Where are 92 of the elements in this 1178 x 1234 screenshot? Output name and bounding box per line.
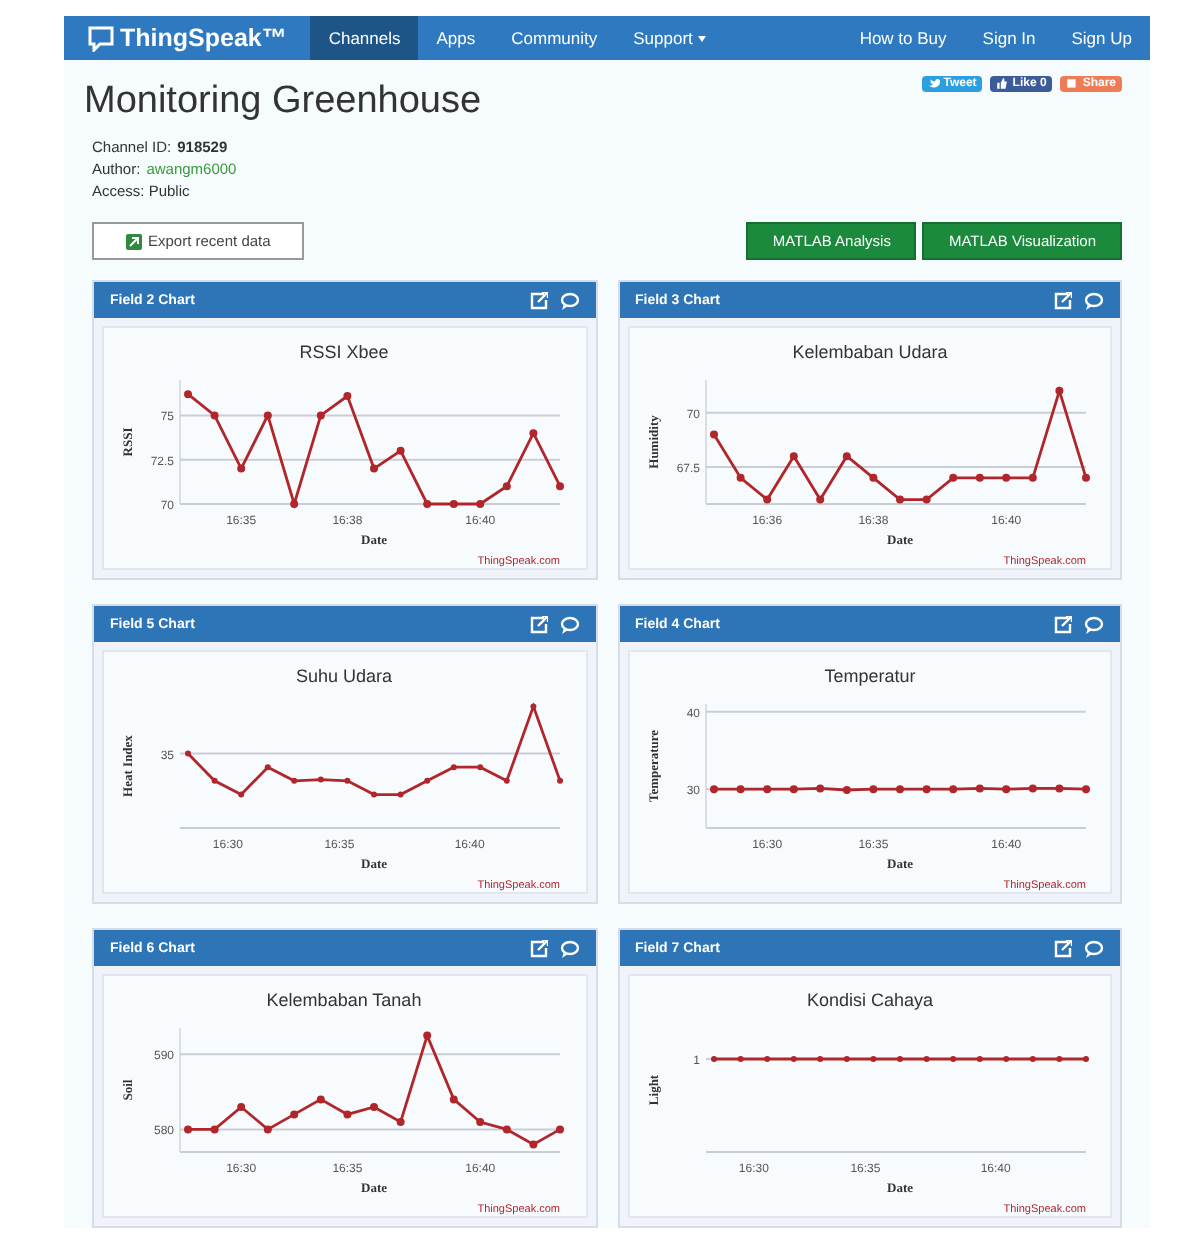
data-point [476, 500, 485, 508]
data-point [815, 495, 824, 504]
data-point [789, 452, 798, 461]
data-point [842, 452, 851, 461]
data-point [948, 785, 957, 794]
data-point [264, 1125, 273, 1134]
data-point [1001, 473, 1010, 482]
nav-tab[interactable]: Channels [310, 16, 419, 60]
comment-icon [559, 615, 579, 633]
data-point [895, 495, 904, 504]
channel-title: Monitoring Greenhouse [84, 80, 482, 124]
data-point [290, 1110, 299, 1119]
comment-icon [559, 291, 579, 309]
external-link-icon [529, 939, 547, 957]
data-point [290, 500, 299, 508]
chart-title: Temperatur [823, 666, 916, 686]
external-link-icon [1054, 939, 1072, 957]
data-point [423, 500, 432, 508]
data-point [556, 1125, 565, 1134]
square-icon [1066, 78, 1079, 90]
data-point [922, 785, 931, 794]
data-point [556, 482, 565, 491]
data-point [1054, 386, 1063, 395]
data-point [370, 464, 379, 473]
data-point [709, 430, 718, 439]
data-point [184, 390, 193, 399]
data-point [736, 473, 745, 482]
nav-link[interactable]: Sign In [964, 16, 1054, 60]
data-point [423, 1031, 432, 1040]
data-point [450, 500, 459, 508]
data-point [264, 411, 273, 420]
nav-link[interactable]: How to Buy [841, 16, 965, 60]
data-point [1054, 784, 1063, 793]
chart-title: Kondisi Cahaya [806, 990, 933, 1010]
nav-link[interactable]: Sign Up [1053, 16, 1150, 60]
external-link-icon [529, 291, 547, 309]
data-point [868, 785, 877, 794]
export-icon [126, 233, 142, 249]
data-point [1081, 785, 1090, 794]
data-point [815, 784, 824, 793]
data-point [868, 473, 877, 482]
data-point [343, 1110, 352, 1119]
data-point [343, 392, 352, 400]
nav-tab[interactable]: Apps [418, 16, 494, 60]
comment-icon [1084, 291, 1104, 309]
data-point [762, 495, 771, 504]
data-point [975, 473, 984, 482]
data-point [450, 1095, 459, 1104]
data-point [503, 482, 512, 491]
speech-bubble-icon [88, 25, 114, 51]
data-point [476, 1118, 485, 1126]
data-point [184, 1125, 193, 1134]
data-point [211, 411, 220, 420]
data-point [842, 786, 851, 794]
data-point [762, 785, 771, 794]
data-point [370, 1103, 379, 1111]
comment-icon [1084, 939, 1104, 957]
data-point [1028, 473, 1037, 482]
data-point [1028, 784, 1037, 793]
chart-title: Kelembaban Tanah [267, 990, 422, 1010]
nav-tab[interactable]: Community [493, 16, 616, 60]
data-point [397, 1118, 406, 1126]
data-point [922, 495, 931, 504]
data-point [237, 1103, 246, 1111]
external-link-icon [1054, 615, 1072, 633]
chart-title: Kelembaban Udara [791, 342, 948, 362]
data-point [211, 1125, 220, 1134]
data-point [1001, 785, 1010, 794]
chart-title: Suhu Udara [296, 666, 393, 686]
bird-icon [927, 78, 940, 90]
external-link-icon [1054, 291, 1072, 309]
data-point [975, 784, 984, 793]
chart-title: RSSI Xbee [299, 342, 390, 362]
data-point [709, 785, 718, 794]
data-point [317, 411, 326, 420]
comment-icon [559, 939, 579, 957]
data-point [529, 1140, 538, 1149]
data-point [529, 429, 538, 438]
data-point [237, 464, 246, 473]
data-point [789, 785, 798, 794]
data-point [948, 473, 957, 482]
comment-icon [1084, 615, 1104, 633]
brand-logo[interactable]: ThingSpeak™ [64, 16, 311, 60]
data-point [736, 785, 745, 794]
data-point [397, 446, 406, 455]
external-link-icon [529, 615, 547, 633]
data-point [895, 785, 904, 794]
data-point [317, 1095, 326, 1104]
nav-tab[interactable]: Support [615, 16, 725, 60]
data-point [1081, 473, 1090, 482]
data-point [503, 1125, 512, 1134]
thumbs-up-icon [996, 78, 1009, 90]
